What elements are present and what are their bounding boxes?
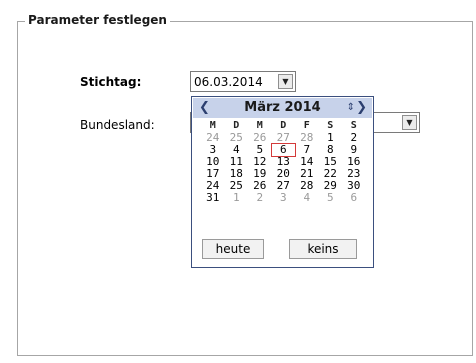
calendar-day[interactable]: 1 (225, 192, 249, 204)
calendar-day[interactable]: 4 (295, 192, 319, 204)
bundesland-dropdown-button[interactable]: ▼ (402, 115, 417, 130)
calendar-grid: M D M D F S S 24 25 26 27 28 1 2 3 4 5 6… (201, 120, 366, 204)
calendar-day[interactable]: 2 (248, 192, 272, 204)
next-month-icon[interactable]: ❯ (356, 100, 367, 116)
year-spinner-icon[interactable]: ⇕ (347, 101, 355, 115)
today-button[interactable]: heute (202, 239, 264, 259)
date-dropdown-button[interactable]: ▼ (278, 74, 293, 89)
stichtag-label: Stichtag: (80, 75, 142, 89)
clear-date-button[interactable]: keins (289, 239, 357, 259)
calendar-popup: ❮ März 2014 ⇕ ❯ M D M D F S S 24 25 26 2… (191, 96, 374, 268)
calendar-header: ❮ März 2014 ⇕ ❯ (193, 98, 372, 118)
calendar-week: 31 1 2 3 4 5 6 (201, 192, 366, 204)
bundesland-label: Bundesland: (80, 118, 155, 132)
fieldset-legend: Parameter festlegen (25, 12, 170, 28)
calendar-day[interactable]: 5 (319, 192, 343, 204)
stichtag-value: 06.03.2014 (194, 75, 263, 89)
stichtag-date-input[interactable]: 06.03.2014 ▼ (190, 71, 296, 92)
calendar-day[interactable]: 3 (272, 192, 296, 204)
calendar-day[interactable]: 6 (342, 192, 366, 204)
calendar-day[interactable]: 31 (201, 192, 225, 204)
calendar-month-title: März 2014 (244, 100, 321, 115)
